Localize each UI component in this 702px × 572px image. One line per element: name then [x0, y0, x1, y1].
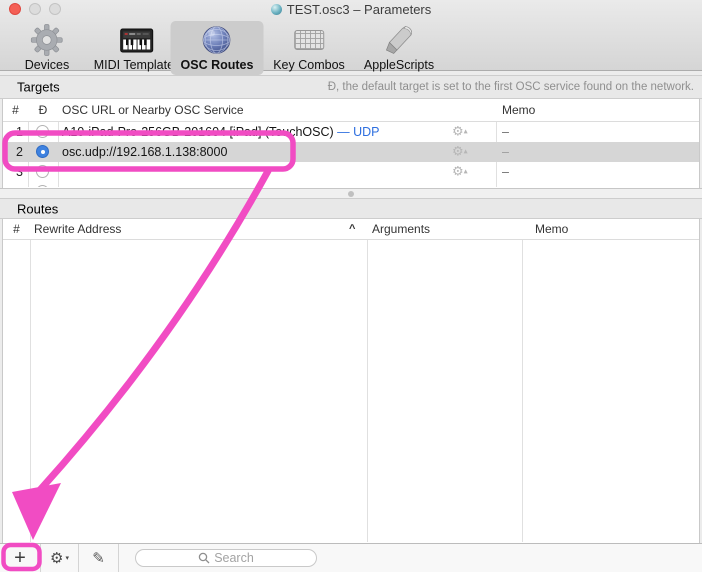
dropdown-caret-icon: ▾: [65, 554, 69, 562]
routes-title: Routes: [17, 201, 58, 216]
col-header-rewrite[interactable]: Rewrite Address: [34, 222, 121, 236]
routes-table: # Rewrite Address ^ Arguments Memo: [2, 219, 700, 543]
targets-section-header: Targets Đ, the default target is set to …: [0, 75, 702, 99]
default-radio[interactable]: [36, 165, 49, 178]
action-gear-button[interactable]: ⚙▾: [41, 544, 78, 572]
script-icon: [382, 23, 416, 57]
bottom-toolbar: + ⚙▾ ✎ Search: [0, 543, 702, 572]
default-radio[interactable]: [36, 125, 49, 138]
col-header-num[interactable]: #: [3, 222, 30, 236]
col-header-default[interactable]: Đ: [28, 103, 58, 117]
default-radio[interactable]: [36, 145, 49, 158]
midi-keyboard-icon: [119, 23, 155, 57]
col-header-memo[interactable]: Memo: [502, 103, 535, 117]
document-proxy-icon: [271, 4, 282, 15]
routes-section-header: Routes: [0, 198, 702, 219]
col-header-num[interactable]: #: [3, 103, 28, 117]
keyboard-icon: [294, 23, 324, 57]
sort-ascending-icon[interactable]: ^: [349, 223, 355, 235]
col-header-memo[interactable]: Memo: [535, 222, 568, 236]
toolbar-item-devices[interactable]: Devices: [15, 21, 79, 75]
pane-splitter[interactable]: [0, 188, 702, 198]
default-radio-partial: [36, 185, 49, 187]
routes-table-body[interactable]: [3, 240, 699, 542]
col-header-service[interactable]: OSC URL or Nearby OSC Service: [62, 103, 244, 117]
table-row-partial: [3, 182, 699, 187]
table-row[interactable]: 1 A10-iPad-Pro-256GB-201604 [iPad] (Touc…: [3, 122, 699, 142]
window-chrome: TEST.osc3 – Parameters: [0, 0, 702, 71]
gear-machine-icon: [30, 23, 64, 57]
udp-link[interactable]: — UDP: [337, 125, 379, 139]
edit-pencil-button[interactable]: ✎: [79, 544, 118, 572]
search-icon: [198, 552, 210, 564]
toolbar-item-applescripts[interactable]: AppleScripts: [354, 21, 444, 75]
col-header-arguments[interactable]: Arguments: [372, 222, 430, 236]
targets-hint: Đ, the default target is set to the firs…: [328, 81, 694, 93]
row-action-gear-icon[interactable]: ⚙▴: [452, 145, 484, 160]
add-button[interactable]: +: [0, 544, 40, 572]
network-globe-icon: [200, 23, 234, 57]
table-row[interactable]: 2 osc.udp://192.168.1.138:8000 ⚙▴ –: [3, 142, 699, 162]
search-input[interactable]: Search: [135, 549, 317, 567]
search-placeholder: Search: [214, 551, 254, 565]
window-title: TEST.osc3 – Parameters: [0, 2, 702, 17]
targets-title: Targets: [17, 80, 60, 95]
targets-table-header: # Đ OSC URL or Nearby OSC Service Memo: [3, 99, 699, 122]
row-action-gear-icon[interactable]: ⚙▴: [452, 125, 484, 140]
splitter-handle-icon: [348, 191, 354, 197]
row-action-gear-icon[interactable]: ⚙▴: [452, 165, 484, 180]
targets-table-body: 1 A10-iPad-Pro-256GB-201604 [iPad] (Touc…: [3, 122, 699, 187]
targets-table: # Đ OSC URL or Nearby OSC Service Memo 1…: [2, 99, 700, 188]
routes-table-header: # Rewrite Address ^ Arguments Memo: [3, 219, 699, 240]
toolbar-item-key-combos[interactable]: Key Combos: [263, 21, 355, 75]
toolbar-item-osc-routes[interactable]: OSC Routes: [171, 21, 264, 75]
table-row[interactable]: 3 ⚙▴ –: [3, 162, 699, 182]
